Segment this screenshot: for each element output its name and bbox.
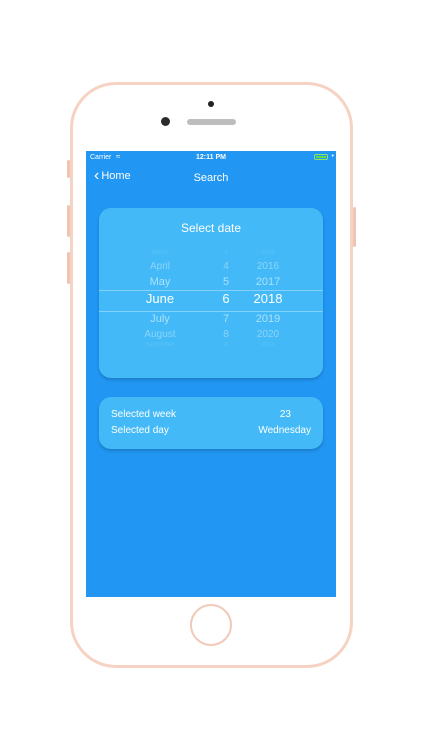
week-value: 23 (279, 409, 291, 420)
volume-up-button (67, 205, 70, 237)
navigation-bar: ‹ Home Search (86, 165, 336, 191)
year-column[interactable]: 2015 2016 2017 2018 2019 2020 2021 (245, 248, 291, 358)
power-button (353, 207, 356, 247)
day-option-selected[interactable]: 6 (211, 291, 241, 306)
front-camera (161, 117, 170, 126)
month-column[interactable]: March April May June July August September (119, 248, 201, 358)
day-option[interactable]: 3 (211, 250, 241, 256)
volume-down-button (67, 252, 70, 284)
proximity-sensor (208, 101, 214, 107)
month-option[interactable]: May (119, 276, 201, 288)
year-option[interactable]: 2020 (245, 329, 291, 340)
earpiece-speaker (187, 119, 236, 125)
picker-title: Select date (180, 221, 242, 235)
app-screen: Carrier ≈ 12:11 PM • ‹ Home Search Selec… (86, 151, 336, 597)
month-option[interactable]: September (119, 342, 201, 348)
year-option[interactable]: 2021 (245, 342, 291, 348)
home-button[interactable] (190, 604, 232, 646)
year-option-selected[interactable]: 2018 (245, 291, 291, 306)
year-option[interactable]: 2017 (245, 276, 291, 288)
selection-info-card: Selected week 23 Selected day Wednesday (99, 397, 323, 449)
status-bar: Carrier ≈ 12:11 PM • (86, 151, 336, 165)
week-label: Selected week (111, 409, 177, 420)
date-picker-card: Select date March April May June July August S… (99, 208, 323, 378)
day-column[interactable]: 3 4 5 6 7 8 9 (211, 248, 241, 358)
page-title: Search (193, 172, 229, 184)
year-option[interactable]: 2019 (245, 313, 291, 325)
year-option[interactable]: 2015 (245, 250, 291, 256)
day-option[interactable]: 8 (211, 329, 241, 340)
month-option[interactable]: July (119, 313, 201, 325)
month-option[interactable]: August (119, 329, 201, 340)
day-option[interactable]: 5 (211, 276, 241, 288)
date-picker-wheel[interactable]: March April May June July August September 3 4 5… (99, 248, 323, 358)
month-option-selected[interactable]: June (119, 291, 201, 306)
month-option[interactable]: March (119, 250, 201, 256)
year-option[interactable]: 2016 (245, 261, 291, 272)
day-option[interactable]: 9 (211, 342, 241, 348)
day-value: Wednesday (258, 425, 311, 436)
day-option[interactable]: 4 (211, 261, 241, 272)
day-label: Selected day (111, 425, 169, 436)
battery-icon (314, 154, 328, 160)
status-time: 12:11 PM (196, 154, 226, 161)
day-option[interactable]: 7 (211, 313, 241, 325)
mute-switch (67, 160, 70, 178)
month-option[interactable]: April (119, 261, 201, 272)
charging-icon: • (331, 153, 334, 160)
